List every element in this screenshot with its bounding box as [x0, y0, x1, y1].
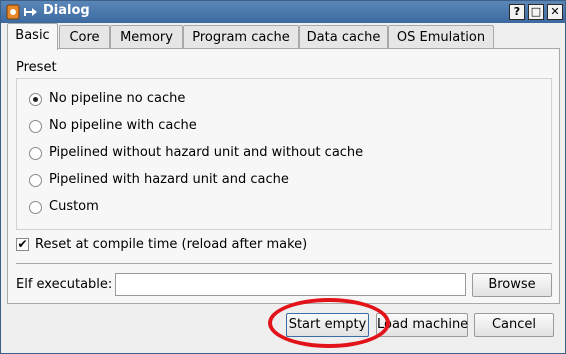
title-bar[interactable]: Dialog ? □ ✕	[1, 1, 565, 23]
radio-label: No pipeline with cache	[49, 118, 197, 133]
tab-os-emulation[interactable]: OS Emulation	[388, 25, 494, 49]
radio-button[interactable]	[29, 147, 42, 160]
tab-data-cache[interactable]: Data cache	[299, 25, 388, 49]
cancel-button[interactable]: Cancel	[474, 313, 554, 337]
load-machine-button[interactable]: Load machine	[376, 313, 468, 337]
elf-executable-input[interactable]	[115, 273, 466, 296]
tab-memory[interactable]: Memory	[110, 25, 183, 49]
radio-button[interactable]	[29, 120, 42, 133]
browse-button[interactable]: Browse	[472, 273, 552, 297]
tab-program-cache[interactable]: Program cache	[183, 25, 299, 49]
window-title: Dialog	[43, 3, 90, 18]
checkmark-icon[interactable]: ✔	[16, 238, 29, 251]
radio-label: Pipelined with hazard unit and cache	[49, 172, 289, 187]
basic-tab-pane: Preset No pipeline no cache No pipeline …	[7, 48, 560, 304]
preset-label: Preset	[16, 60, 57, 75]
radio-label: Custom	[49, 199, 99, 214]
tab-basic[interactable]: Basic	[7, 23, 58, 50]
divider	[16, 263, 552, 264]
preset-group: No pipeline no cache No pipeline with ca…	[16, 78, 552, 230]
radio-button[interactable]	[29, 201, 42, 214]
reset-at-compile-label: Reset at compile time (reload after make…	[35, 237, 308, 252]
dialog-window: Dialog ? □ ✕ Basic Core Memory Program c…	[0, 0, 566, 354]
maximize-button[interactable]: □	[528, 4, 544, 20]
help-button[interactable]: ?	[509, 4, 525, 20]
tab-core[interactable]: Core	[59, 25, 110, 49]
radio-label: Pipelined without hazard unit and withou…	[49, 145, 364, 160]
pin-icon[interactable]	[23, 5, 39, 19]
close-button[interactable]: ✕	[547, 4, 563, 20]
radio-button-checked[interactable]	[29, 93, 42, 106]
app-icon[interactable]	[5, 4, 21, 20]
elf-executable-label: Elf executable:	[16, 277, 113, 292]
start-empty-button[interactable]: Start empty	[286, 313, 369, 337]
radio-label: No pipeline no cache	[49, 91, 186, 106]
tab-bar: Basic Core Memory Program cache Data cac…	[7, 23, 507, 50]
radio-button[interactable]	[29, 174, 42, 187]
